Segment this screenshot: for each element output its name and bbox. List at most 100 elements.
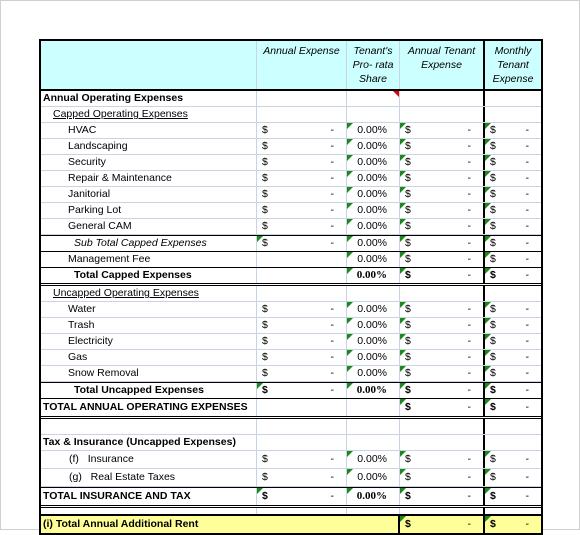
- annual-expense-cell[interactable]: $ -: [257, 139, 347, 154]
- empty-cell[interactable]: [400, 286, 485, 301]
- expense-label[interactable]: Water: [41, 302, 257, 317]
- annual-tenant-cell[interactable]: $ -: [400, 187, 485, 202]
- expense-label[interactable]: Electricity: [41, 334, 257, 349]
- share-cell[interactable]: 0.00%: [347, 488, 400, 505]
- section-uncapped[interactable]: Uncapped Operating Expenses: [41, 286, 257, 301]
- header-monthly-tenant-expense[interactable]: Monthly Tenant Expense: [485, 41, 541, 89]
- monthly-tenant-cell[interactable]: $ -: [485, 139, 541, 154]
- annual-expense-cell[interactable]: $ -: [257, 302, 347, 317]
- empty-cell[interactable]: [257, 435, 347, 450]
- share-cell[interactable]: 0.00%: [347, 123, 400, 138]
- total-insurance-tax-label[interactable]: TOTAL INSURANCE AND TAX: [41, 488, 257, 505]
- monthly-tenant-cell[interactable]: $ -: [485, 187, 541, 202]
- expense-label[interactable]: Gas: [41, 350, 257, 365]
- annual-tenant-cell[interactable]: $ -: [400, 123, 485, 138]
- share-cell[interactable]: 0.00%: [347, 252, 400, 267]
- annual-tenant-cell[interactable]: $ -: [400, 350, 485, 365]
- monthly-tenant-cell[interactable]: $ -: [485, 451, 541, 468]
- monthly-tenant-cell[interactable]: $ -: [485, 219, 541, 234]
- monthly-tenant-cell[interactable]: $ -: [485, 366, 541, 381]
- section-capped[interactable]: Capped Operating Expenses: [41, 107, 257, 122]
- empty-cell[interactable]: [347, 419, 400, 434]
- empty-cell[interactable]: [347, 516, 400, 533]
- share-cell[interactable]: 0.00%: [347, 203, 400, 218]
- empty-cell[interactable]: [400, 107, 485, 122]
- annual-expense-cell[interactable]: $ -: [257, 155, 347, 170]
- empty-cell[interactable]: [485, 435, 541, 450]
- expense-label[interactable]: Repair & Maintenance: [41, 171, 257, 186]
- annual-expense-cell[interactable]: $ -: [257, 334, 347, 349]
- header-label-cell[interactable]: [41, 41, 257, 89]
- annual-expense-cell[interactable]: $ -: [257, 123, 347, 138]
- monthly-tenant-cell[interactable]: $ -: [485, 350, 541, 365]
- annual-expense-cell[interactable]: $ -: [257, 366, 347, 381]
- section-annual-operating[interactable]: Annual Operating Expenses: [41, 91, 257, 106]
- share-cell[interactable]: 0.00%: [347, 318, 400, 333]
- annual-expense-cell[interactable]: $ -: [257, 203, 347, 218]
- total-uncapped-label[interactable]: Total Uncapped Expenses: [41, 383, 257, 398]
- annual-tenant-cell[interactable]: $ -: [400, 366, 485, 381]
- annual-tenant-cell[interactable]: $ -: [400, 488, 485, 505]
- expense-label[interactable]: Snow Removal: [41, 366, 257, 381]
- expense-label[interactable]: Janitorial: [41, 187, 257, 202]
- empty-cell[interactable]: [347, 286, 400, 301]
- empty-cell[interactable]: [485, 91, 541, 106]
- annual-tenant-cell[interactable]: $ -: [400, 334, 485, 349]
- total-annual-operating-label[interactable]: TOTAL ANNUAL OPERATING EXPENSES: [41, 399, 257, 416]
- annual-expense-cell[interactable]: $ -: [257, 318, 347, 333]
- empty-cell[interactable]: [400, 419, 485, 434]
- empty-cell[interactable]: [257, 107, 347, 122]
- annual-tenant-cell[interactable]: $ -: [400, 383, 485, 398]
- monthly-tenant-cell[interactable]: $ -: [485, 203, 541, 218]
- total-capped-label[interactable]: Total Capped Expenses: [41, 268, 257, 283]
- monthly-tenant-cell[interactable]: $ -: [485, 488, 541, 505]
- annual-expense-cell[interactable]: $ -: [257, 219, 347, 234]
- empty-cell[interactable]: [257, 268, 347, 283]
- annual-tenant-cell[interactable]: $ -: [400, 219, 485, 234]
- annual-expense-cell[interactable]: $ -: [257, 383, 347, 398]
- share-cell[interactable]: 0.00%: [347, 187, 400, 202]
- monthly-tenant-cell[interactable]: $ -: [485, 155, 541, 170]
- annual-tenant-cell[interactable]: $ -: [400, 155, 485, 170]
- total-additional-rent-label[interactable]: (i) Total Annual Additional Rent: [41, 516, 257, 533]
- share-cell[interactable]: 0.00%: [347, 268, 400, 283]
- empty-cell[interactable]: [347, 435, 400, 450]
- tax-label-cell[interactable]: (g) Real Estate Taxes: [41, 469, 257, 486]
- header-annual-expense[interactable]: Annual Expense: [257, 41, 347, 89]
- monthly-tenant-cell[interactable]: $ -: [485, 516, 541, 533]
- comment-marker-icon[interactable]: [393, 91, 399, 97]
- share-cell[interactable]: 0.00%: [347, 139, 400, 154]
- header-prorata-share[interactable]: Tenant's Pro- rata Share: [347, 41, 400, 89]
- share-cell[interactable]: 0.00%: [347, 219, 400, 234]
- tax-label-cell[interactable]: (f) Insurance: [41, 451, 257, 468]
- annual-tenant-cell[interactable]: $ -: [400, 318, 485, 333]
- empty-cell[interactable]: [257, 252, 347, 267]
- annual-expense-cell[interactable]: $ -: [257, 187, 347, 202]
- annual-tenant-cell[interactable]: $ -: [400, 139, 485, 154]
- annual-tenant-cell[interactable]: $ -: [400, 236, 485, 251]
- annual-expense-cell[interactable]: $ -: [257, 469, 347, 486]
- subtotal-capped-label[interactable]: Sub Total Capped Expenses: [41, 236, 257, 251]
- annual-expense-cell[interactable]: $ -: [257, 350, 347, 365]
- annual-tenant-cell[interactable]: $ -: [400, 171, 485, 186]
- share-cell[interactable]: 0.00%: [347, 350, 400, 365]
- empty-cell[interactable]: [400, 91, 485, 106]
- monthly-tenant-cell[interactable]: $ -: [485, 236, 541, 251]
- share-cell[interactable]: 0.00%: [347, 366, 400, 381]
- empty-cell[interactable]: [347, 107, 400, 122]
- annual-tenant-cell[interactable]: $ -: [400, 252, 485, 267]
- monthly-tenant-cell[interactable]: $ -: [485, 399, 541, 416]
- empty-cell[interactable]: [347, 399, 400, 416]
- monthly-tenant-cell[interactable]: $ -: [485, 383, 541, 398]
- share-cell[interactable]: 0.00%: [347, 383, 400, 398]
- header-annual-tenant-expense[interactable]: Annual Tenant Expense: [400, 41, 485, 89]
- annual-tenant-cell[interactable]: $ -: [400, 469, 485, 486]
- share-cell[interactable]: 0.00%: [347, 451, 400, 468]
- annual-tenant-cell[interactable]: $ -: [400, 268, 485, 283]
- empty-cell[interactable]: [347, 91, 400, 106]
- monthly-tenant-cell[interactable]: $ -: [485, 171, 541, 186]
- expense-label[interactable]: General CAM: [41, 219, 257, 234]
- expense-label[interactable]: Parking Lot: [41, 203, 257, 218]
- expense-label[interactable]: Landscaping: [41, 139, 257, 154]
- share-cell[interactable]: 0.00%: [347, 334, 400, 349]
